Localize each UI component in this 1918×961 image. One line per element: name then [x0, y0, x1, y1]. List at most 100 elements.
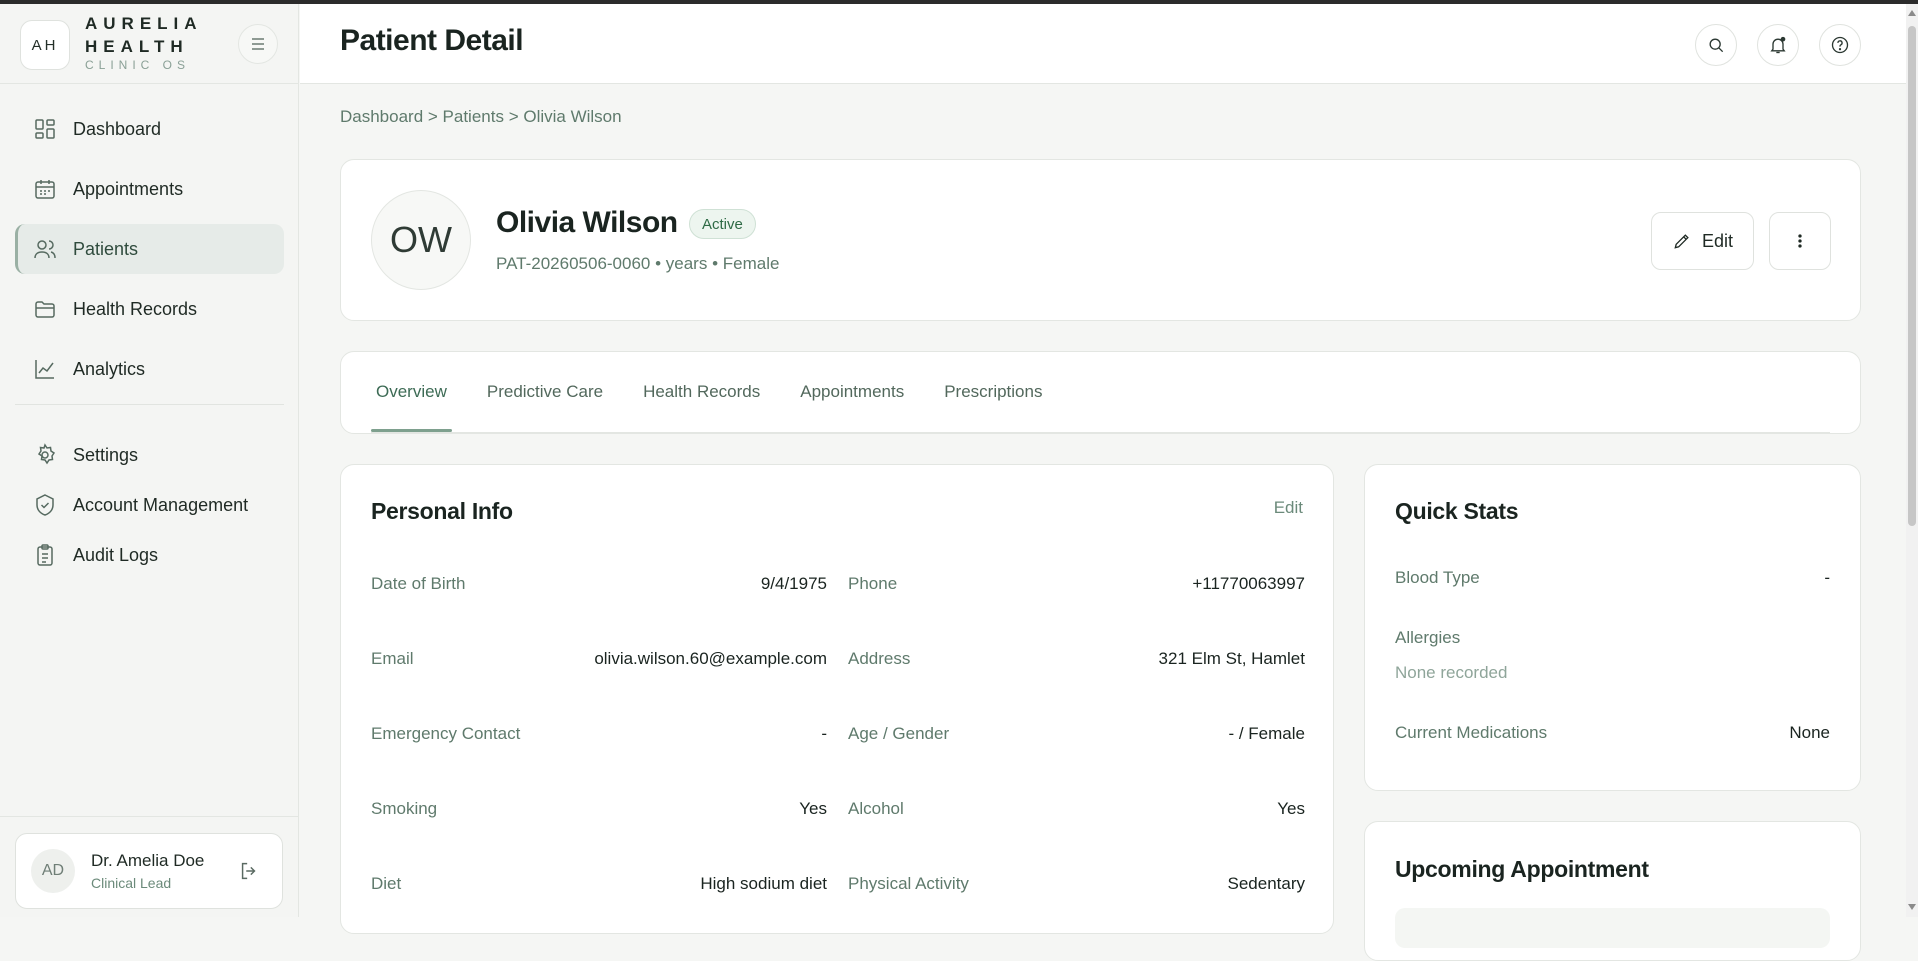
upcoming-appointment-card: Upcoming Appointment	[1364, 821, 1861, 961]
stat-value: None	[1789, 723, 1830, 742]
tab-overview[interactable]: Overview	[371, 352, 452, 432]
field-label: Phone	[848, 574, 898, 593]
field-label: Smoking	[371, 799, 438, 818]
top-header: Patient Detail	[300, 4, 1906, 84]
field-value: Yes	[1277, 799, 1305, 818]
shield-icon	[36, 494, 54, 516]
help-button[interactable]	[1819, 24, 1861, 66]
field-label: Alcohol	[848, 799, 904, 818]
field-value: Yes	[799, 799, 827, 818]
appointment-preview[interactable]	[1395, 908, 1830, 948]
field-label: Email	[371, 649, 414, 668]
scroll-up-arrow[interactable]	[1908, 10, 1916, 16]
info-row-diet: Diet High sodium diet	[371, 869, 827, 899]
nav-divider	[15, 404, 284, 405]
sidebar-item-label: Dashboard	[73, 118, 162, 139]
field-value: -	[821, 724, 827, 743]
sidebar-item-label: Audit Logs	[73, 544, 159, 565]
avatar: AD	[31, 849, 75, 893]
page-title: Patient Detail	[340, 24, 524, 57]
sidebar-item-label: Account Management	[73, 494, 249, 515]
search-icon	[1709, 38, 1724, 53]
dashboard-icon	[35, 119, 55, 139]
info-row-age-gender: Age / Gender - / Female	[848, 719, 1305, 749]
search-button[interactable]	[1695, 24, 1737, 66]
stat-allergies: Allergies	[1395, 628, 1830, 648]
info-row-emergency-contact: Emergency Contact -	[371, 719, 827, 749]
secondary-nav: Settings Account Management Audit Logs	[15, 435, 284, 575]
stat-label: Allergies	[1395, 628, 1461, 647]
scroll-down-arrow[interactable]	[1908, 904, 1916, 910]
users-icon	[34, 240, 56, 259]
patient-meta: PAT-20260506-0060 • years • Female	[496, 254, 780, 273]
sidebar-item-patients[interactable]: Patients	[15, 224, 284, 274]
primary-nav: Dashboard Appointments Patients Health R…	[15, 104, 284, 585]
status-badge: Active	[689, 209, 756, 239]
user-card[interactable]: AD Dr. Amelia Doe Clinical Lead	[15, 833, 283, 909]
sidebar: AH AURELIA HEALTH CLINIC OS Dashboard Ap…	[0, 4, 299, 917]
brand-logo: AH	[20, 20, 70, 70]
more-vertical-icon	[1798, 234, 1802, 248]
field-value: Sedentary	[1227, 874, 1306, 893]
brand-line-1: AURELIA	[85, 14, 203, 33]
stat-value: -	[1824, 568, 1830, 587]
stat-label: Blood Type	[1395, 568, 1480, 587]
brand-subtitle: CLINIC OS	[85, 58, 191, 72]
field-value: olivia.wilson.60@example.com	[594, 649, 827, 668]
patient-header-card: OW Olivia Wilson Active PAT-20260506-006…	[340, 159, 1861, 321]
field-label: Date of Birth	[371, 574, 466, 593]
menu-toggle-button[interactable]	[238, 24, 278, 64]
info-row-phone: Phone +11770063997	[848, 569, 1305, 599]
section-title: Personal Info	[371, 498, 513, 524]
scroll-thumb[interactable]	[1908, 26, 1916, 526]
tab-prescriptions[interactable]: Prescriptions	[939, 352, 1047, 432]
field-label: Diet	[371, 874, 402, 893]
field-label: Address	[848, 649, 911, 668]
sidebar-item-audit-logs[interactable]: Audit Logs	[15, 535, 284, 575]
user-area: AD Dr. Amelia Doe Clinical Lead	[0, 816, 299, 917]
stat-current-medications: Current Medications None	[1395, 723, 1830, 743]
brand-name: AURELIA HEALTH CLINIC OS	[85, 12, 203, 72]
patient-avatar: OW	[371, 190, 471, 290]
page-scrollbar[interactable]	[1906, 4, 1918, 917]
sidebar-item-settings[interactable]: Settings	[15, 435, 284, 475]
info-row-smoking: Smoking Yes	[371, 794, 827, 824]
tab-health-records[interactable]: Health Records	[638, 352, 765, 432]
edit-button-label: Edit	[1701, 230, 1734, 251]
edit-personal-info-link[interactable]: Edit	[1274, 498, 1303, 518]
stat-blood-type: Blood Type -	[1395, 568, 1830, 588]
notifications-button[interactable]	[1757, 24, 1799, 66]
sidebar-item-label: Analytics	[73, 358, 146, 379]
patient-name: Olivia Wilson	[496, 206, 678, 239]
field-value: - / Female	[1228, 724, 1305, 743]
personal-info-card: Personal Info Edit Date of Birth 9/4/1975…	[340, 464, 1334, 934]
tab-predictive-care[interactable]: Predictive Care	[482, 352, 608, 432]
calendar-icon	[35, 180, 55, 199]
more-options-button[interactable]	[1769, 212, 1831, 270]
sidebar-item-analytics[interactable]: Analytics	[15, 344, 284, 394]
sidebar-item-label: Health Records	[73, 298, 198, 319]
field-label: Physical Activity	[848, 874, 969, 893]
edit-patient-button[interactable]: Edit	[1651, 212, 1754, 270]
sidebar-item-health-records[interactable]: Health Records	[15, 284, 284, 334]
chart-icon	[35, 360, 54, 379]
gear-icon	[37, 443, 56, 465]
bell-icon	[1770, 36, 1786, 54]
sidebar-item-appointments[interactable]: Appointments	[15, 164, 284, 214]
tabs-card: Overview Predictive Care Health Records …	[340, 351, 1861, 434]
stat-label: Current Medications	[1395, 723, 1548, 742]
help-icon	[1831, 36, 1849, 54]
field-value: High sodium diet	[700, 874, 827, 893]
tab-appointments[interactable]: Appointments	[795, 352, 909, 432]
field-value: 9/4/1975	[760, 574, 827, 593]
field-value: 321 Elm St, Hamlet	[1158, 649, 1305, 668]
field-value: +11770063997	[1192, 574, 1305, 593]
info-row-email: Email olivia.wilson.60@example.com	[371, 644, 827, 674]
sidebar-item-account-management[interactable]: Account Management	[15, 485, 284, 525]
logout-icon[interactable]	[238, 860, 260, 882]
hamburger-icon	[252, 38, 264, 50]
sidebar-item-label: Appointments	[73, 178, 184, 199]
breadcrumb[interactable]: Dashboard > Patients > Olivia Wilson	[340, 107, 622, 127]
brand-line-2: HEALTH	[85, 37, 189, 56]
sidebar-item-dashboard[interactable]: Dashboard	[15, 104, 284, 154]
